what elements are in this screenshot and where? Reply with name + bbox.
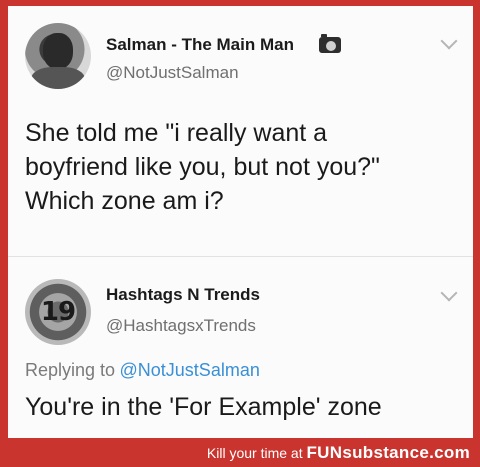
reply-avatar[interactable]: 19 — [25, 279, 91, 345]
author-avatar[interactable] — [25, 23, 91, 89]
tweet-text-line: Which zone am i? — [25, 187, 224, 215]
author-handle[interactable]: @NotJustSalman — [106, 63, 239, 83]
divider — [8, 256, 473, 257]
footer-tagline: Kill your time at — [206, 445, 303, 461]
reply-author-name[interactable]: Hashtags N Trends — [106, 285, 260, 305]
replying-to-line: Replying to @NotJustSalman — [25, 360, 260, 381]
reply-avatar-label: 19 — [40, 297, 76, 327]
author-name[interactable]: Salman - The Main Man — [106, 35, 294, 55]
camera-icon — [319, 34, 341, 53]
footer-watermark: Kill your time at FUNsubstance.com — [0, 438, 480, 467]
chevron-down-icon[interactable] — [440, 32, 458, 50]
tweet-text-line: boyfriend like you, but not you?" — [25, 153, 380, 181]
reply-author-handle[interactable]: @HashtagsxTrends — [106, 316, 256, 336]
tweet-text-line: She told me "i really want a — [25, 119, 328, 147]
tweet-frame: Salman - The Main Man @NotJustSalman She… — [8, 6, 473, 438]
avatar-face — [43, 33, 73, 69]
replying-to-handle-link[interactable]: @NotJustSalman — [120, 360, 260, 380]
avatar-shirt — [31, 67, 85, 89]
chevron-down-icon[interactable] — [440, 284, 458, 302]
replying-to-prefix: Replying to — [25, 360, 116, 380]
tweet-text: She told me "i really want a boyfriend l… — [25, 116, 380, 218]
footer-text: Kill your time at FUNsubstance.com — [207, 443, 470, 463]
footer-brand: FUNsubstance.com — [306, 443, 470, 462]
reply-text: You're in the 'For Example' zone — [25, 393, 382, 421]
